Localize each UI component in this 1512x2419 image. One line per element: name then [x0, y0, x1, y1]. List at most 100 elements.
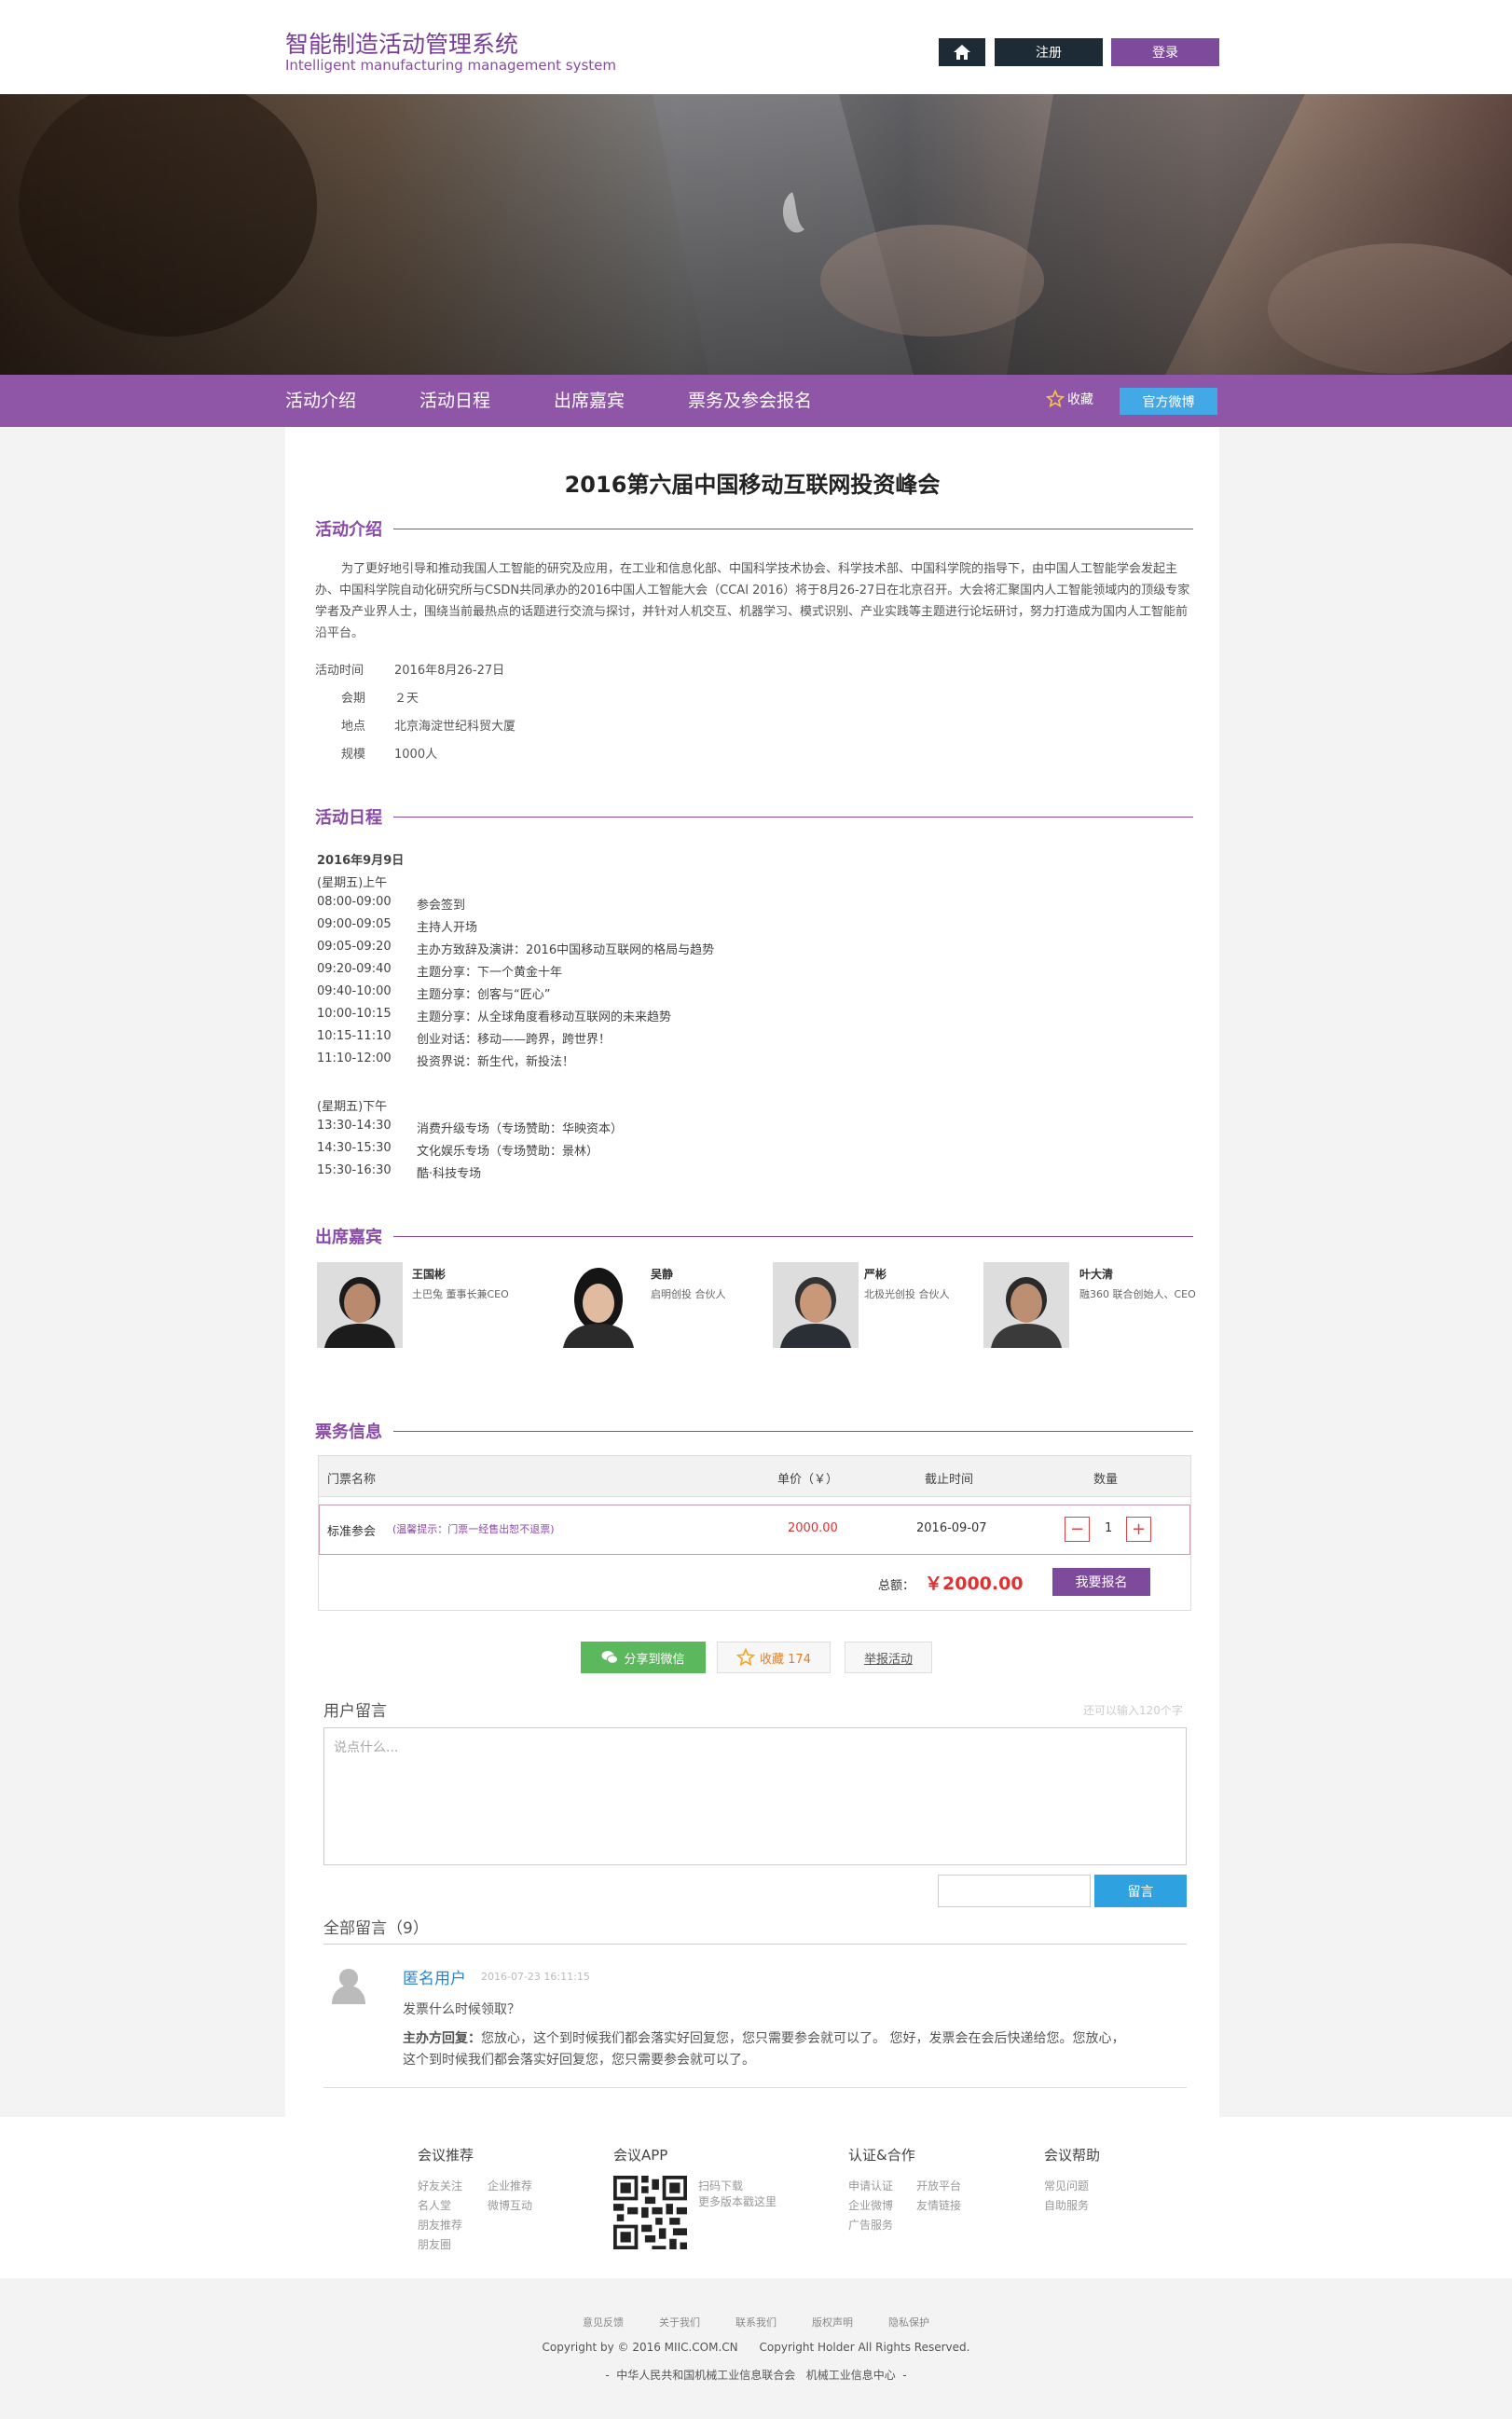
schedule-time: 09:20-09:40: [317, 962, 392, 976]
nav-intro[interactable]: 活动介绍: [285, 375, 356, 427]
section-guests-heading: 出席嘉宾: [315, 1222, 1193, 1250]
footer-link[interactable]: 自助服务: [1044, 2197, 1089, 2213]
schedule-item: 酷·科技专场: [417, 1167, 482, 1181]
nav-tickets[interactable]: 票务及参会报名: [688, 375, 812, 427]
reply-text: 您放心，这个到时候我们都会落实好回复您，您只需要参会就可以了。 您好，发票会在会…: [403, 2031, 1125, 2068]
share-wechat-button[interactable]: 分享到微信: [581, 1642, 706, 1673]
comment-textarea[interactable]: 说点什么...: [323, 1727, 1187, 1865]
footer-link[interactable]: 企业推荐: [488, 2178, 532, 2193]
guest-photo[interactable]: [556, 1262, 641, 1348]
guest-portrait: [983, 1262, 1069, 1348]
ticket-name: 标准参会: [327, 1525, 377, 1539]
event-title: 2016第六届中国移动互联网投资峰会: [564, 472, 941, 498]
copyright: Copyright by © 2016 MIIC.COM.CN Copyrigh…: [542, 2341, 970, 2354]
ticket-table-header: 门票名称 单价（￥） 截止时间 数量: [319, 1456, 1190, 1497]
nav-guests[interactable]: 出席嘉宾: [554, 375, 625, 427]
schedule-item: 参会签到: [417, 899, 466, 913]
footer-link[interactable]: 更多版本戳这里: [698, 2193, 777, 2209]
signup-button[interactable]: 我要报名: [1052, 1568, 1150, 1596]
schedule-time: 10:15-11:10: [317, 1029, 392, 1043]
schedule-item: 主题分享：创客与“匠心”: [417, 988, 551, 1002]
top-header: 智能制造活动管理系统 Intelligent manufacturing man…: [0, 0, 1512, 94]
login-button[interactable]: 登录: [1111, 38, 1219, 66]
footer-link[interactable]: 名人堂: [418, 2197, 451, 2213]
guest-name[interactable]: 叶大清: [1079, 1266, 1113, 1282]
all-comments-heading: 全部留言（9）: [323, 1919, 429, 1938]
comment-reply: 主办方回复：您放心，这个到时候我们都会落实好回复您，您只需要参会就可以了。 您好…: [403, 2028, 1130, 2071]
quantity-minus-button[interactable]: −: [1065, 1517, 1090, 1542]
nav-schedule[interactable]: 活动日程: [419, 375, 490, 427]
section-intro-heading: 活动介绍: [315, 515, 1193, 543]
favorite-count-button[interactable]: 收藏 174: [717, 1642, 831, 1673]
col-price: 单价（￥）: [777, 1473, 839, 1487]
comment-user[interactable]: 匿名用户: [403, 1965, 466, 1988]
footer-link[interactable]: 常见问题: [1044, 2178, 1089, 2193]
guest-photo[interactable]: [773, 1262, 859, 1348]
bottom-link[interactable]: 版权声明: [812, 2316, 853, 2329]
comment-submit-button[interactable]: 留言: [1094, 1875, 1187, 1907]
col-quantity: 数量: [1093, 1473, 1119, 1487]
footer-bottom: 意见反馈 关于我们 联系我们 版权声明 隐私保护 Copyright by © …: [0, 2278, 1512, 2419]
home-button[interactable]: [939, 38, 985, 66]
comment-time: 2016-07-23 16:11:15: [481, 1971, 590, 1983]
guest-photo[interactable]: [317, 1262, 403, 1348]
user-avatar-icon: [332, 1969, 365, 2004]
schedule-period: (星期五)下午: [317, 1100, 388, 1114]
guest-name[interactable]: 吴静: [651, 1266, 673, 1282]
detail-value: 1000人: [394, 748, 438, 762]
footer-link[interactable]: 申请认证: [848, 2178, 893, 2193]
footer-col-title: 认证&合作: [848, 2147, 915, 2164]
schedule-item: 创业对话：移动——跨界，跨世界！: [417, 1033, 612, 1047]
footer-link[interactable]: 友情链接: [916, 2197, 961, 2213]
detail-label: 规模: [341, 748, 366, 762]
guest-name[interactable]: 严彬: [864, 1266, 887, 1282]
char-counter: 还可以输入120个字: [1083, 1704, 1183, 1717]
footer-link[interactable]: 扫码下载: [698, 2178, 743, 2193]
footer-col-title: 会议APP: [613, 2147, 668, 2164]
detail-value: 2016年8月26-27日: [394, 664, 505, 678]
col-name: 门票名称: [327, 1473, 377, 1487]
site-title[interactable]: 智能制造活动管理系统: [285, 26, 518, 60]
footer-link[interactable]: 好友关注: [418, 2178, 462, 2193]
official-weibo-button[interactable]: 官方微博: [1120, 388, 1217, 415]
avatar: [326, 1963, 371, 2008]
bottom-link[interactable]: 隐私保护: [888, 2316, 929, 2329]
detail-value: ２天: [394, 692, 419, 706]
guest-role: 融360 联合创始人、CEO: [1079, 1288, 1196, 1300]
home-icon: [954, 45, 970, 60]
schedule-time: 15:30-16:30: [317, 1163, 392, 1177]
bottom-link[interactable]: 关于我们: [659, 2316, 700, 2329]
guest-photo[interactable]: [983, 1262, 1069, 1348]
footer-link[interactable]: 企业微博: [848, 2197, 893, 2213]
footer-link[interactable]: 朋友圈: [418, 2236, 451, 2252]
quantity-plus-button[interactable]: +: [1126, 1517, 1151, 1542]
schedule-item: 消费升级专场（专场赞助：华映资本）: [417, 1122, 624, 1136]
guest-name[interactable]: 王国彬: [412, 1266, 446, 1282]
footer-link[interactable]: 朋友推荐: [418, 2217, 462, 2233]
bottom-link[interactable]: 联系我们: [735, 2316, 777, 2329]
bottom-link[interactable]: 意见反馈: [583, 2316, 624, 2329]
main-nav: 活动介绍 活动日程 出席嘉宾 票务及参会报名 收藏 官方微博: [0, 375, 1512, 427]
bottom-links: 意见反馈 关于我们 联系我们 版权声明 隐私保护: [0, 2315, 1512, 2330]
qr-code[interactable]: [613, 2176, 687, 2249]
ticket-row[interactable]: 标准参会 (温馨提示：门票一经售出恕不退票) 2000.00 2016-09-0…: [319, 1505, 1190, 1555]
footer-link[interactable]: 广告服务: [848, 2217, 893, 2233]
favorite-link[interactable]: 收藏: [1046, 390, 1093, 408]
total-amount: ￥2000.00: [925, 1574, 1024, 1594]
schedule-date: 2016年9月9日: [317, 854, 405, 868]
star-icon: [736, 1648, 756, 1667]
footer-col-title: 会议推荐: [418, 2147, 474, 2164]
wechat-icon: [601, 1651, 619, 1664]
register-button[interactable]: 注册: [995, 38, 1103, 66]
schedule-item: 主题分享：下一个黄金十年: [417, 966, 563, 980]
ticket-tip: (温馨提示：门票一经售出恕不退票): [392, 1523, 555, 1535]
divider: [323, 2087, 1187, 2088]
guest-portrait: [317, 1262, 403, 1348]
captcha-input[interactable]: [938, 1875, 1091, 1907]
footer-link[interactable]: 微博互动: [488, 2197, 532, 2213]
report-button[interactable]: 举报活动: [845, 1642, 932, 1673]
site-subtitle: Intelligent manufacturing management sys…: [285, 57, 616, 74]
footer-link[interactable]: 开放平台: [916, 2178, 961, 2193]
detail-label: 会期: [341, 692, 366, 706]
schedule-period: (星期五)上午: [317, 876, 388, 890]
